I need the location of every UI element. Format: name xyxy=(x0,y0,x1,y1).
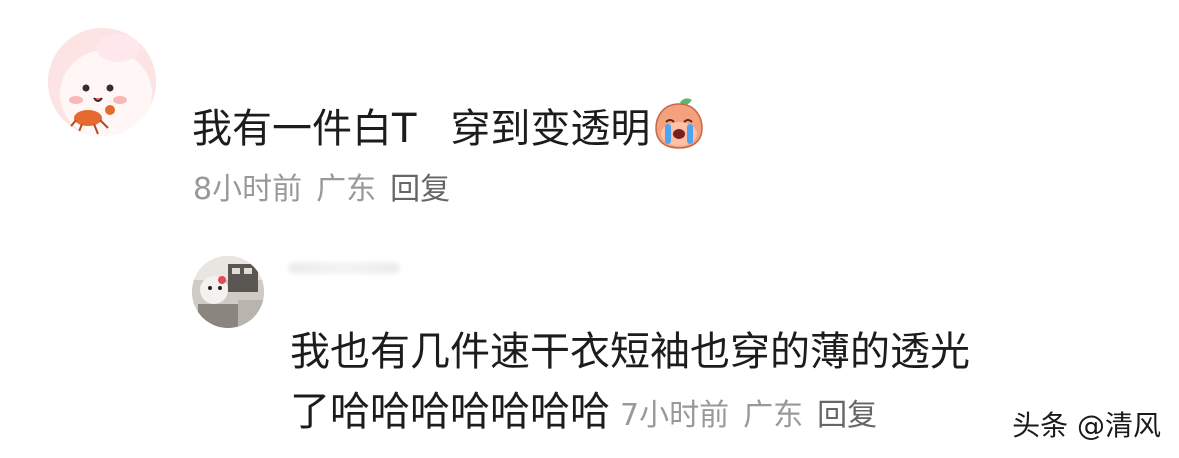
comment-text-part2: 穿到变透明 xyxy=(450,106,651,152)
crying-face-emoji-icon xyxy=(652,96,706,150)
comment-meta: 8小时前 广东 回复 xyxy=(193,168,464,212)
cartoon-avatar-icon xyxy=(48,28,156,136)
reply-username-blurred xyxy=(288,262,400,274)
reply-text-line1: 我也有几件速干衣短袖也穿的薄的透光 xyxy=(290,329,970,375)
commenter-avatar[interactable] xyxy=(48,28,156,136)
reply-meta: 7小时前 广东 回复 xyxy=(620,398,891,433)
photo-avatar-icon xyxy=(192,256,264,328)
reply-avatar[interactable] xyxy=(192,256,264,328)
toutiao-watermark: 头条 @清风 xyxy=(1012,409,1161,442)
reply-text-line2: 了哈哈哈哈哈哈哈 xyxy=(290,389,610,435)
comment-reply-button[interactable]: 回复 xyxy=(390,172,450,207)
comment-body: 我有一件白T 穿到变透明 xyxy=(192,96,706,157)
reply-time: 7小时前 xyxy=(620,398,730,433)
reply-body: 我也有几件速干衣短袖也穿的薄的透光 了哈哈哈哈哈哈哈 7小时前 广东 回复 xyxy=(290,322,1010,446)
reply-location: 广东 xyxy=(743,398,804,433)
comment-time: 8小时前 xyxy=(193,172,303,207)
reply-text-line2-row: 了哈哈哈哈哈哈哈 7小时前 广东 回复 xyxy=(290,382,1010,446)
comment-location: 广东 xyxy=(316,172,377,207)
reply-reply-button[interactable]: 回复 xyxy=(817,398,877,433)
comment-text-part1: 我有一件白T xyxy=(192,106,417,152)
